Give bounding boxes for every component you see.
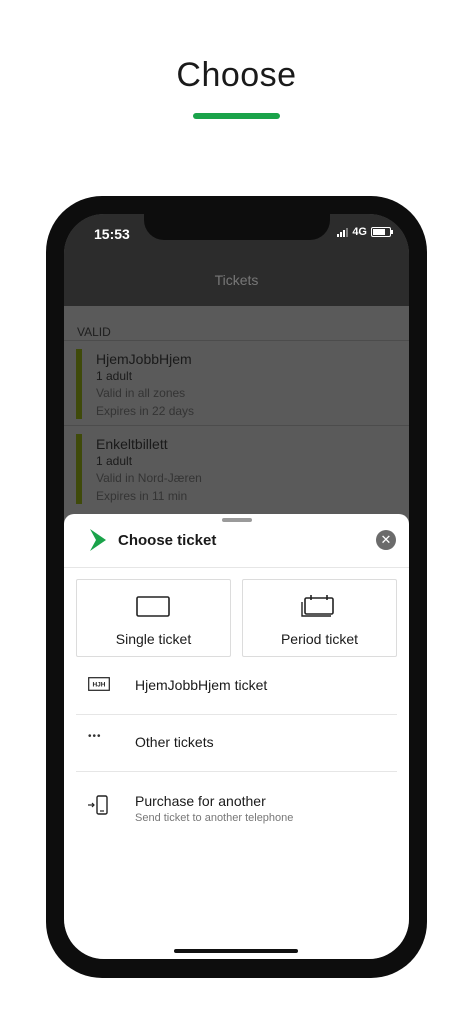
hero-underline (193, 113, 280, 119)
hero-title: Choose (176, 56, 297, 94)
ticket-status-bar (76, 349, 82, 419)
choose-ticket-sheet: Choose ticket ✕ Single ticket Period tic… (64, 514, 409, 959)
period-ticket-button[interactable]: Period ticket (242, 579, 397, 657)
purchase-for-another-row[interactable]: Purchase for another Send ticket to anot… (76, 771, 397, 837)
battery-icon (371, 227, 393, 237)
status-indicators: 4G (337, 226, 393, 238)
sheet-title: Choose ticket (118, 532, 217, 549)
phone-screen: 15:53 4G Tickets VALID HjemJobbHjem 1 ad… (64, 214, 409, 959)
status-time: 15:53 (94, 226, 130, 242)
network-label: 4G (352, 226, 367, 238)
ticket-passengers: 1 adult (96, 454, 133, 468)
purchase-for-another-label: Purchase for another (135, 793, 266, 809)
valid-section-label: VALID (77, 325, 111, 339)
ticket-expiry: Expires in 22 days (96, 404, 195, 418)
brand-chevron-icon (90, 529, 106, 551)
more-dots-icon: ••• (88, 731, 102, 742)
ticket-passengers: 1 adult (96, 369, 133, 383)
other-tickets-row[interactable]: ••• Other tickets (76, 714, 397, 772)
period-ticket-icon (301, 595, 334, 617)
nav-bar: Tickets (64, 254, 409, 306)
period-ticket-label: Period ticket (280, 631, 359, 647)
phone-notch (144, 214, 330, 240)
ticket-card[interactable]: Enkeltbillett 1 adult Valid in Nord-Jære… (64, 425, 409, 510)
sheet-header: Choose ticket ✕ (64, 514, 409, 568)
close-icon[interactable]: ✕ (376, 530, 396, 550)
ticket-card[interactable]: HjemJobbHjem 1 adult Valid in all zones … (64, 340, 409, 425)
other-tickets-label: Other tickets (135, 734, 214, 750)
phone-frame: 15:53 4G Tickets VALID HjemJobbHjem 1 ad… (46, 196, 427, 978)
hjemjobbhjem-ticket-row[interactable]: HJH HjemJobbHjem ticket (76, 657, 397, 715)
ticket-zones: Valid in Nord-Jæren (96, 471, 202, 485)
phone-transfer-icon (88, 795, 108, 815)
single-ticket-icon (136, 596, 170, 617)
single-ticket-button[interactable]: Single ticket (76, 579, 231, 657)
home-indicator[interactable] (174, 949, 298, 953)
hjh-icon-text: HJH (92, 682, 105, 689)
ticket-name: HjemJobbHjem (96, 351, 192, 367)
ticket-status-bar (76, 434, 82, 504)
ticket-zones: Valid in all zones (96, 386, 186, 400)
purchase-for-another-sublabel: Send ticket to another telephone (135, 812, 294, 824)
single-ticket-label: Single ticket (115, 631, 192, 647)
hjemjobbhjem-ticket-label: HjemJobbHjem ticket (135, 677, 268, 693)
hjh-ticket-icon: HJH (88, 677, 110, 691)
ticket-name: Enkeltbillett (96, 436, 168, 452)
nav-title: Tickets (214, 272, 259, 288)
ticket-expiry: Expires in 11 min (96, 489, 188, 503)
signal-icon (337, 227, 349, 237)
